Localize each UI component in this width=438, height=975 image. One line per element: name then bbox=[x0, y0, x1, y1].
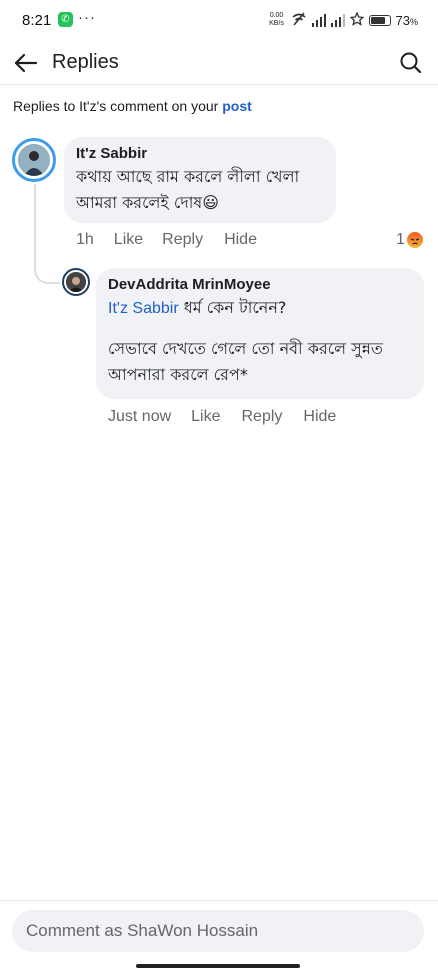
avatar-itz-sabbir[interactable] bbox=[12, 138, 56, 182]
wifi-off-icon bbox=[291, 11, 307, 29]
reaction-summary[interactable]: 1 bbox=[396, 231, 423, 249]
reply-button[interactable]: Reply bbox=[242, 408, 283, 426]
network-speed: 0.00 KB/s bbox=[269, 12, 284, 27]
reply-text: It'z Sabbir ধর্ম কেন টানেন? সেভাবে দেখতে… bbox=[108, 295, 412, 388]
reply-line-2: সেভাবে দেখতে গেলে তো নবী করলে সুন্নত bbox=[108, 339, 383, 358]
home-indicator[interactable] bbox=[136, 964, 300, 968]
angry-reaction-icon bbox=[406, 232, 423, 248]
reply-actions: Just now Like Reply Hide bbox=[108, 408, 336, 426]
signal-icon-1 bbox=[311, 13, 326, 27]
more-notifications-icon: ··· bbox=[78, 9, 96, 26]
search-icon[interactable] bbox=[398, 50, 424, 76]
thread-connector bbox=[34, 250, 60, 284]
comment-text: কথায় আছে রাম করলে লীলা খেলা আমরা করলেই … bbox=[76, 164, 324, 216]
reply-author[interactable]: DevAddrita MrinMoyee bbox=[108, 276, 412, 293]
reaction-count: 1 bbox=[396, 231, 405, 248]
app-header: Replies bbox=[0, 42, 438, 85]
whatsapp-notification-icon: ✆ bbox=[58, 12, 73, 27]
reply-bubble[interactable]: DevAddrita MrinMoyee It'z Sabbir ধর্ম কে… bbox=[96, 268, 424, 399]
post-link[interactable]: post bbox=[222, 98, 252, 114]
comment-time: 1h bbox=[76, 231, 94, 248]
mention-link[interactable]: It'z Sabbir bbox=[108, 300, 179, 317]
star-icon bbox=[348, 10, 365, 29]
battery-percent: 73% bbox=[395, 12, 418, 28]
avatar-devaddrita[interactable] bbox=[62, 268, 90, 296]
comment-bubble[interactable]: It'z Sabbir কথায় আছে রাম করলে লীলা খেলা… bbox=[64, 137, 336, 223]
status-bar: 8:21 ✆ ··· 0.00 KB/s 73% bbox=[0, 0, 438, 42]
reply-line-1: It'z Sabbir ধর্ম কেন টানেন? bbox=[108, 298, 287, 317]
comment-actions: 1h Like Reply Hide bbox=[76, 231, 257, 249]
comment-line: আমরা করলেই দোষ😃 bbox=[76, 193, 219, 212]
like-button[interactable]: Like bbox=[191, 408, 220, 426]
status-icons: 0.00 KB/s 73% bbox=[268, 10, 418, 30]
reply-button[interactable]: Reply bbox=[162, 231, 203, 249]
comment-input[interactable]: Comment as ShaWon Hossain bbox=[12, 910, 424, 952]
hide-button[interactable]: Hide bbox=[303, 408, 336, 426]
battery-icon bbox=[368, 14, 391, 26]
reply-line-3: আপনারা করলে রেপ* bbox=[108, 365, 248, 384]
status-time: 8:21 bbox=[22, 12, 52, 29]
comment-line: কথায় আছে রাম করলে লীলা খেলা bbox=[76, 167, 300, 186]
back-arrow-icon[interactable] bbox=[12, 49, 40, 77]
reply-time: Just now bbox=[108, 408, 172, 425]
like-button[interactable]: Like bbox=[114, 231, 143, 249]
page-title: Replies bbox=[52, 51, 119, 73]
comment-author[interactable]: It'z Sabbir bbox=[76, 145, 324, 162]
context-text: Replies to It'z's comment on your bbox=[13, 98, 223, 114]
hide-button[interactable]: Hide bbox=[224, 231, 257, 249]
signal-icon-2 bbox=[330, 13, 345, 27]
footer-divider bbox=[0, 900, 438, 901]
thread-line bbox=[34, 184, 36, 252]
replies-context: Replies to It'z's comment on your post bbox=[13, 98, 252, 114]
